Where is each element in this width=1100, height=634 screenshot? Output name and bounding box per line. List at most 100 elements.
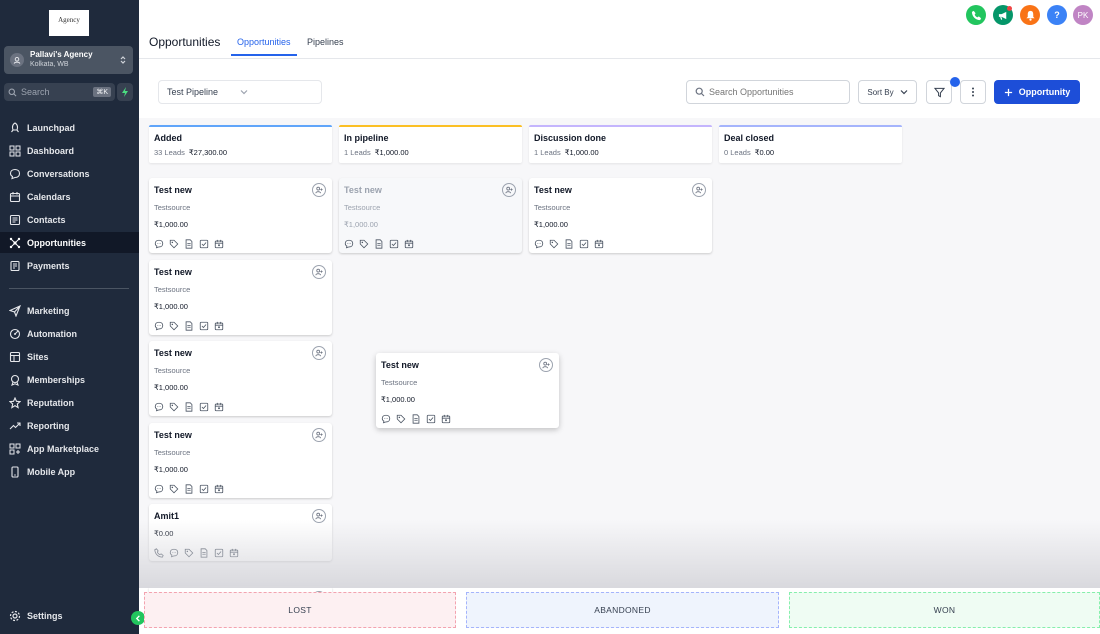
opportunity-card[interactable]: Test new Testsource ₹1,000.00 <box>149 422 332 498</box>
task-icon[interactable] <box>426 414 436 424</box>
sidebar-item-calendars[interactable]: Calendars <box>0 186 139 207</box>
opportunities-icon <box>9 237 21 249</box>
message-icon[interactable] <box>154 239 164 249</box>
message-icon[interactable] <box>154 321 164 331</box>
sidebar-item-launchpad[interactable]: Launchpad <box>0 117 139 138</box>
dropzone-lost[interactable]: LOST <box>144 592 456 628</box>
dragging-opportunity-card[interactable]: Test new Testsource ₹1,000.00 <box>376 353 559 428</box>
card-title[interactable]: Test new <box>154 348 327 358</box>
sort-by-button[interactable]: Sort By <box>858 80 917 104</box>
opportunity-card[interactable]: Test new Testsource ₹1,000.00 <box>339 178 522 253</box>
tab-pipelines[interactable]: Pipelines <box>307 37 344 47</box>
task-icon[interactable] <box>199 239 209 249</box>
task-icon[interactable] <box>389 239 399 249</box>
quick-actions-button[interactable] <box>117 83 133 101</box>
bell-icon <box>1025 10 1036 21</box>
user-avatar[interactable]: PK <box>1073 5 1093 25</box>
appointment-icon[interactable] <box>214 321 224 331</box>
sidebar-item-settings[interactable]: Settings <box>0 605 139 626</box>
message-icon[interactable] <box>344 239 354 249</box>
tag-icon[interactable] <box>169 321 179 331</box>
sidebar-item-opportunities[interactable]: Opportunities <box>0 232 139 253</box>
sidebar-item-memberships[interactable]: Memberships <box>0 369 139 390</box>
card-title[interactable]: Test new <box>154 267 327 277</box>
card-title[interactable]: Test new <box>154 185 327 195</box>
task-icon[interactable] <box>199 321 209 331</box>
card-title[interactable]: Test new <box>154 430 327 440</box>
help-button[interactable]: ? <box>1047 5 1067 25</box>
card-title[interactable]: Test new <box>344 185 517 195</box>
message-icon[interactable] <box>534 239 544 249</box>
note-icon[interactable] <box>374 239 384 249</box>
message-icon[interactable] <box>154 484 164 494</box>
note-icon[interactable] <box>184 239 194 249</box>
sidebar-item-reputation[interactable]: Reputation <box>0 392 139 413</box>
assign-user-icon[interactable] <box>312 427 326 442</box>
tag-icon[interactable] <box>359 239 369 249</box>
note-icon[interactable] <box>184 483 194 494</box>
assign-user-icon[interactable] <box>312 264 326 279</box>
stage-header-deal-closed: Deal closed 0 Leads ₹0.00 <box>719 125 902 163</box>
message-icon[interactable] <box>154 402 164 412</box>
agency-logo[interactable]: Agency <box>49 10 89 36</box>
opportunity-card[interactable]: Test new Testsource ₹1,000.00 <box>529 178 712 253</box>
note-icon[interactable] <box>184 402 194 412</box>
tag-icon[interactable] <box>169 484 179 494</box>
note-icon[interactable] <box>184 320 194 331</box>
phone-button[interactable] <box>966 5 986 25</box>
sidebar-item-automation[interactable]: Automation <box>0 323 139 344</box>
rocket-icon <box>9 121 21 134</box>
message-icon[interactable] <box>381 414 391 424</box>
task-icon[interactable] <box>579 239 589 249</box>
sidebar-item-marketing[interactable]: Marketing <box>0 300 139 321</box>
collapse-sidebar-button[interactable] <box>131 611 145 625</box>
tag-icon[interactable] <box>549 239 559 249</box>
stage-stats: 0 Leads ₹0.00 <box>724 148 897 157</box>
search-opportunities-field[interactable] <box>686 80 850 104</box>
sidebar-item-contacts[interactable]: Contacts <box>0 209 139 230</box>
opportunity-card[interactable]: Test new Testsource ₹1,000.00 <box>149 259 332 335</box>
appointment-icon[interactable] <box>441 414 451 424</box>
sidebar-item-mobile-app[interactable]: Mobile App <box>0 461 139 482</box>
sidebar-item-reporting[interactable]: Reporting <box>0 415 139 436</box>
search-opportunities-input[interactable] <box>709 87 839 97</box>
task-icon[interactable] <box>199 484 209 494</box>
appointment-icon[interactable] <box>594 239 604 249</box>
tab-opportunities[interactable]: Opportunities <box>237 37 291 47</box>
assign-user-icon[interactable] <box>312 346 326 360</box>
pipeline-select[interactable]: Test Pipeline <box>158 80 322 104</box>
sidebar-item-conversations[interactable]: Conversations <box>0 163 139 184</box>
opportunity-card[interactable]: Test new Testsource ₹1,000.00 <box>149 178 332 253</box>
card-title[interactable]: Test new <box>381 360 554 370</box>
sidebar-item-app-marketplace[interactable]: App Marketplace <box>0 438 139 459</box>
tag-icon[interactable] <box>396 414 406 424</box>
appointment-icon[interactable] <box>404 239 414 249</box>
appointment-icon[interactable] <box>214 484 224 494</box>
note-icon[interactable] <box>411 414 421 424</box>
appointment-icon[interactable] <box>214 402 224 412</box>
more-options-button[interactable] <box>960 80 986 104</box>
tag-icon[interactable] <box>169 239 179 249</box>
card-title[interactable]: Test new <box>534 185 707 195</box>
note-icon[interactable] <box>564 239 574 249</box>
filter-button[interactable] <box>926 80 952 104</box>
assign-user-icon[interactable] <box>539 358 553 372</box>
card-value: ₹1,000.00 <box>534 220 568 229</box>
notifications-button[interactable] <box>1020 5 1040 25</box>
sidebar-item-dashboard[interactable]: Dashboard <box>0 140 139 161</box>
assign-user-icon[interactable] <box>312 183 326 197</box>
dropzone-won[interactable]: WON <box>789 592 1100 628</box>
agency-switcher[interactable]: Pallavi's Agency Kolkata, WB <box>4 46 133 74</box>
sidebar-item-sites[interactable]: Sites <box>0 346 139 367</box>
add-opportunity-button[interactable]: Opportunity <box>994 80 1080 104</box>
task-icon[interactable] <box>199 402 209 412</box>
assign-user-icon[interactable] <box>502 183 516 197</box>
sidebar-search[interactable]: Search ⌘K <box>4 83 115 101</box>
appointment-icon[interactable] <box>214 239 224 249</box>
tag-icon[interactable] <box>169 402 179 412</box>
opportunity-card[interactable]: Test new Testsource ₹1,000.00 <box>149 341 332 416</box>
announcements-button[interactable] <box>993 5 1013 25</box>
assign-user-icon[interactable] <box>692 183 706 197</box>
dropzone-abandoned[interactable]: ABANDONED <box>466 592 779 628</box>
sidebar-item-payments[interactable]: Payments <box>0 255 139 276</box>
